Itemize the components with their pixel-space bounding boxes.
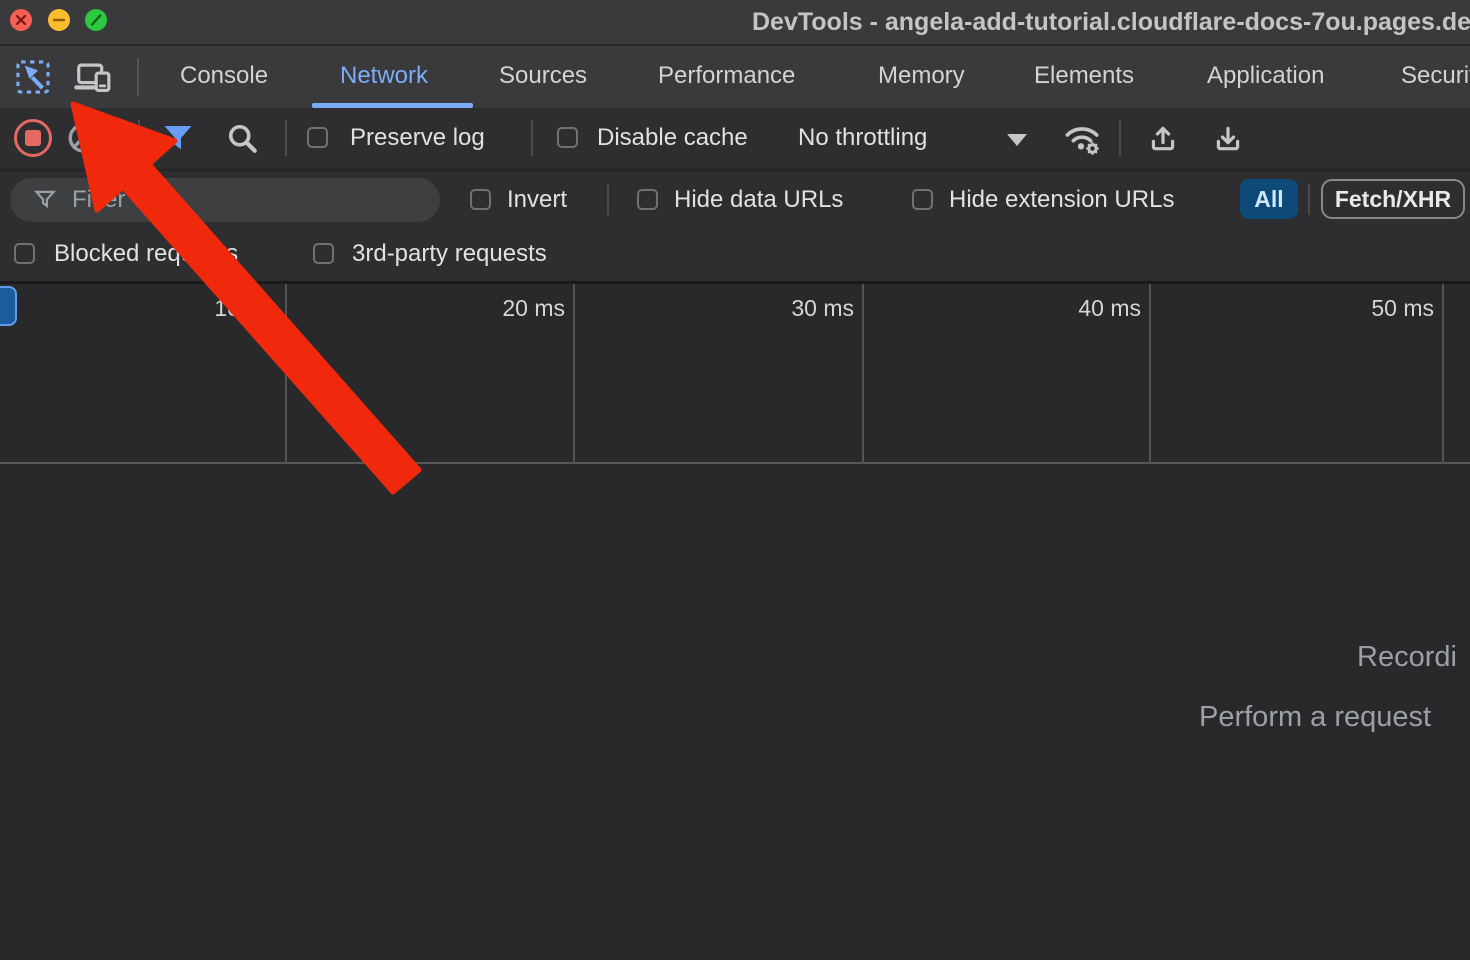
inspect-icon[interactable]	[14, 58, 52, 96]
tab-elements[interactable]: Elements	[1034, 46, 1134, 108]
network-filter-bar: Invert Hide data URLs Hide extension URL…	[0, 170, 1470, 227]
clear-icon[interactable]	[66, 121, 102, 157]
tab-network[interactable]: Network	[340, 46, 428, 108]
third-party-requests-label: 3rd-party requests	[352, 227, 547, 281]
tab-sources[interactable]: Sources	[499, 46, 587, 108]
disable-cache-label: Disable cache	[597, 108, 748, 168]
devtools-window: { "window": { "title": "DevTools - angel…	[0, 0, 1470, 960]
tab-console[interactable]: Console	[180, 46, 268, 108]
devtools-tab-bar: Console Network Sources Performance Memo…	[0, 46, 1470, 108]
request-type-fetch-xhr-button[interactable]: Fetch/XHR	[1321, 179, 1465, 219]
tab-performance[interactable]: Performance	[658, 46, 795, 108]
network-toolbar: Preserve log Disable cache No throttling	[0, 108, 1470, 168]
export-har-icon[interactable]	[1212, 122, 1244, 154]
hide-extension-urls-checkbox[interactable]	[912, 189, 933, 210]
perform-request-hint-text: Perform a request	[1199, 701, 1431, 734]
minimize-icon[interactable]	[48, 9, 70, 31]
title-bar: DevTools - angela-add-tutorial.cloudflar…	[0, 0, 1470, 45]
tab-application[interactable]: Application	[1207, 46, 1324, 108]
timeline-gridline	[285, 284, 287, 464]
preserve-log-checkbox[interactable]	[307, 127, 328, 148]
blocked-requests-checkbox[interactable]	[14, 243, 35, 264]
filter-divider	[607, 184, 609, 215]
tab-memory[interactable]: Memory	[878, 46, 965, 108]
request-filters-row: Blocked requests 3rd-party requests	[0, 227, 1470, 281]
recording-status-text: Recordi	[1357, 641, 1457, 674]
preserve-log-label: Preserve log	[350, 108, 485, 168]
chevron-down-icon[interactable]	[1007, 134, 1027, 146]
timeline-tick-30ms: 30 ms	[724, 295, 854, 322]
close-icon[interactable]	[10, 9, 32, 31]
import-har-icon[interactable]	[1147, 122, 1179, 154]
overview-scroll-handle[interactable]	[0, 286, 17, 326]
device-toolbar-icon[interactable]	[74, 58, 112, 96]
blocked-requests-label: Blocked requests	[54, 227, 238, 281]
filter-funnel-outline-icon	[32, 187, 58, 218]
filter-input[interactable]	[72, 178, 422, 222]
timeline-gridline	[1149, 284, 1151, 464]
toolbar-divider	[285, 120, 287, 156]
timeline-gridline	[1442, 284, 1444, 464]
request-list-empty-area: Recordi Perform a request	[0, 466, 1470, 960]
timeline-tick-50ms: 50 ms	[1304, 295, 1434, 322]
filter-divider	[1308, 184, 1310, 215]
timeline-gridline	[862, 284, 864, 464]
timeline-tick-10ms: 10 ms	[147, 295, 277, 322]
toolbar-divider	[137, 58, 139, 96]
invert-checkbox[interactable]	[470, 189, 491, 210]
network-conditions-icon[interactable]	[1062, 118, 1102, 158]
timeline-tick-20ms: 20 ms	[435, 295, 565, 322]
filter-funnel-icon[interactable]	[160, 120, 196, 156]
network-overview-timeline: 10 ms 20 ms 30 ms 40 ms 50 ms	[0, 284, 1470, 464]
throttling-select[interactable]: No throttling	[798, 108, 927, 168]
disable-cache-checkbox[interactable]	[557, 127, 578, 148]
search-icon[interactable]	[224, 120, 260, 156]
record-stop-icon[interactable]	[14, 119, 52, 157]
request-type-all-button[interactable]: All	[1240, 179, 1298, 219]
timeline-tick-40ms: 40 ms	[1011, 295, 1141, 322]
hide-extension-urls-label: Hide extension URLs	[949, 171, 1174, 228]
toolbar-divider	[138, 120, 140, 156]
invert-label: Invert	[507, 171, 567, 228]
zoom-icon[interactable]	[85, 9, 107, 31]
hide-data-urls-label: Hide data URLs	[674, 171, 843, 228]
timeline-gridline	[573, 284, 575, 464]
toolbar-divider	[1119, 120, 1121, 156]
third-party-requests-checkbox[interactable]	[313, 243, 334, 264]
tab-security[interactable]: Security	[1401, 46, 1470, 108]
hide-data-urls-checkbox[interactable]	[637, 189, 658, 210]
window-title: DevTools - angela-add-tutorial.cloudflar…	[752, 0, 1470, 45]
filter-input-container[interactable]	[10, 178, 440, 222]
toolbar-divider	[531, 120, 533, 156]
